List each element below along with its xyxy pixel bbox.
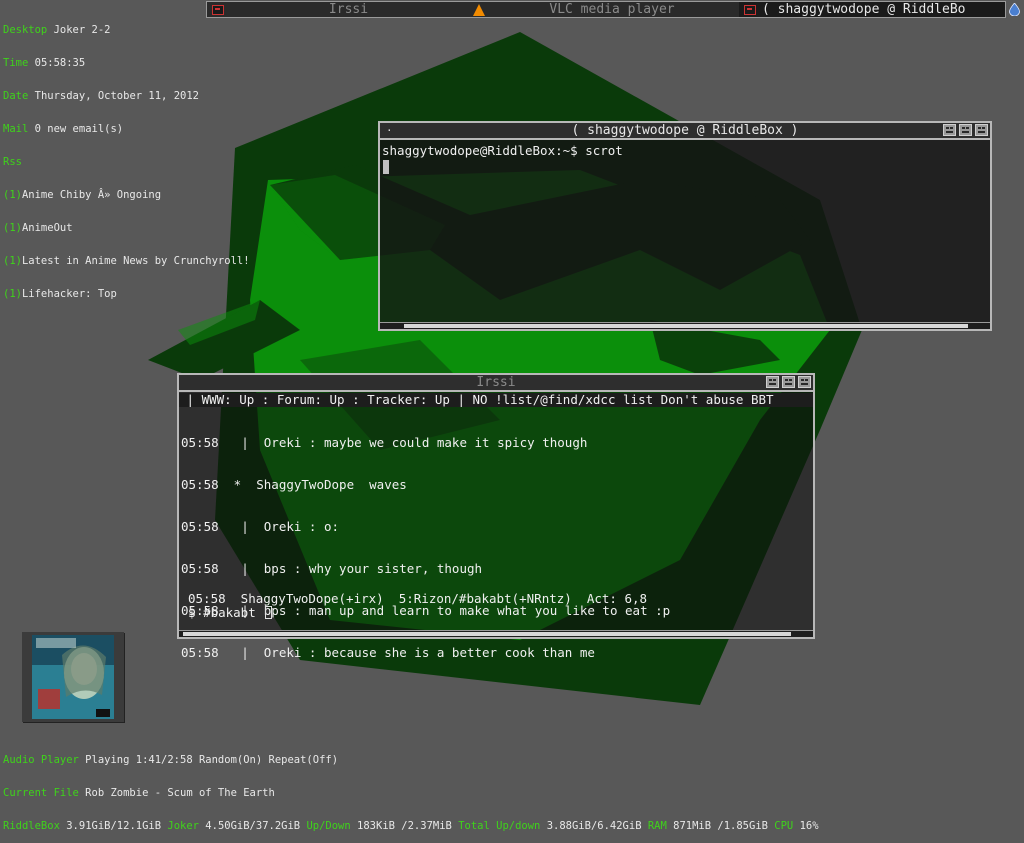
minimize-button[interactable]: [943, 124, 956, 136]
terminal-cursor: [383, 160, 389, 174]
rss-feed-item: (1)AnimeOut: [3, 222, 73, 234]
terminal-icon: [212, 4, 224, 15]
conky-date-row: Date Thursday, October 11, 2012: [3, 90, 199, 102]
chat-message: 05:58 | Oreki : maybe we could make it s…: [181, 435, 588, 450]
minimize-button[interactable]: [766, 376, 779, 388]
taskbar: Irssi VLC media player ( shaggytwodope @…: [206, 1, 1006, 18]
terminal-window[interactable]: · ( shaggytwodope @ RiddleBox ) shaggytw…: [378, 121, 992, 331]
rss-feed-item: (1)Anime Chiby Â» Ongoing: [3, 189, 162, 201]
rss-feed-item: (1)Latest in Anime News by Crunchyroll!: [3, 255, 250, 267]
conky-time-row: Time 05:58:35: [3, 57, 86, 69]
chat-message: 05:58 | Oreki : o:: [181, 519, 340, 534]
droplet-icon[interactable]: [1009, 3, 1020, 16]
terminal-title: ( shaggytwodope @ RiddleBox ): [571, 123, 799, 138]
input-cursor: [265, 606, 273, 619]
chat-message: 05:58 * ShaggyTwoDope waves: [181, 477, 407, 492]
taskbar-item-irssi[interactable]: Irssi: [207, 2, 473, 17]
irssi-window[interactable]: Irssi | WWW: Up : Forum: Up : Tracker: U…: [177, 373, 815, 660]
terminal-prompt-line: shaggytwodope@RiddleBox:~$ scrot: [382, 143, 623, 158]
irssi-input-line[interactable]: $ #bakabt: [188, 606, 273, 620]
channel-topic: | WWW: Up : Forum: Up : Tracker: Up | NO…: [179, 393, 813, 407]
vlc-cone-icon: [473, 3, 485, 16]
conky-top-panel: Desktop Joker 2-2 Time 05:58:35 Date Thu…: [3, 3, 250, 311]
conky-audio-row: Audio Player Playing 1:41/2:58 Random(On…: [3, 754, 339, 766]
taskbar-item-vlc[interactable]: VLC media player: [473, 2, 739, 17]
conky-system-row: RiddleBox 3.91GiB/12.1GiB Joker 4.50GiB/…: [3, 820, 819, 832]
rss-feed-item: (1)Lifehacker: Top: [3, 288, 117, 300]
maximize-button[interactable]: [959, 124, 972, 136]
terminal-titlebar[interactable]: · ( shaggytwodope @ RiddleBox ): [380, 123, 990, 140]
conky-desktop-row: Desktop Joker 2-2: [3, 24, 111, 36]
conky-mail-row: Mail 0 new email(s): [3, 123, 124, 135]
conky-bottom-panel: Audio Player Playing 1:41/2:58 Random(On…: [3, 733, 819, 843]
terminal-scrollbar[interactable]: [380, 322, 990, 329]
irssi-title: Irssi: [476, 375, 516, 390]
maximize-button[interactable]: [782, 376, 795, 388]
scrollbar-thumb[interactable]: [404, 324, 968, 328]
taskbar-item-terminal[interactable]: ( shaggytwodope @ RiddleBo: [739, 2, 1005, 17]
irssi-titlebar[interactable]: Irssi: [179, 375, 813, 392]
message-list: 05:58 | Oreki : maybe we could make it s…: [181, 408, 670, 688]
close-button[interactable]: [798, 376, 811, 388]
irssi-status-bar: 05:58 ShaggyTwoDope(+irx) 5:Rizon/#bakab…: [188, 591, 648, 606]
conky-rss-row: Rss: [3, 156, 22, 168]
album-art-frame: [22, 632, 124, 722]
terminal-body[interactable]: shaggytwodope@RiddleBox:~$ scrot: [380, 140, 990, 323]
conky-file-row: Current File Rob Zombie - Scum of The Ea…: [3, 787, 275, 799]
album-cover-art: [32, 635, 114, 719]
album-cover-image: [32, 635, 114, 719]
chat-message: 05:58 | bps : why your sister, though: [181, 561, 483, 576]
close-button[interactable]: [975, 124, 988, 136]
scrollbar-thumb[interactable]: [183, 632, 791, 636]
irssi-body[interactable]: | WWW: Up : Forum: Up : Tracker: Up | NO…: [179, 392, 813, 660]
irssi-scrollbar[interactable]: [179, 630, 813, 637]
terminal-icon: [744, 4, 756, 15]
chat-message: 05:58 | Oreki : because she is a better …: [181, 645, 595, 660]
